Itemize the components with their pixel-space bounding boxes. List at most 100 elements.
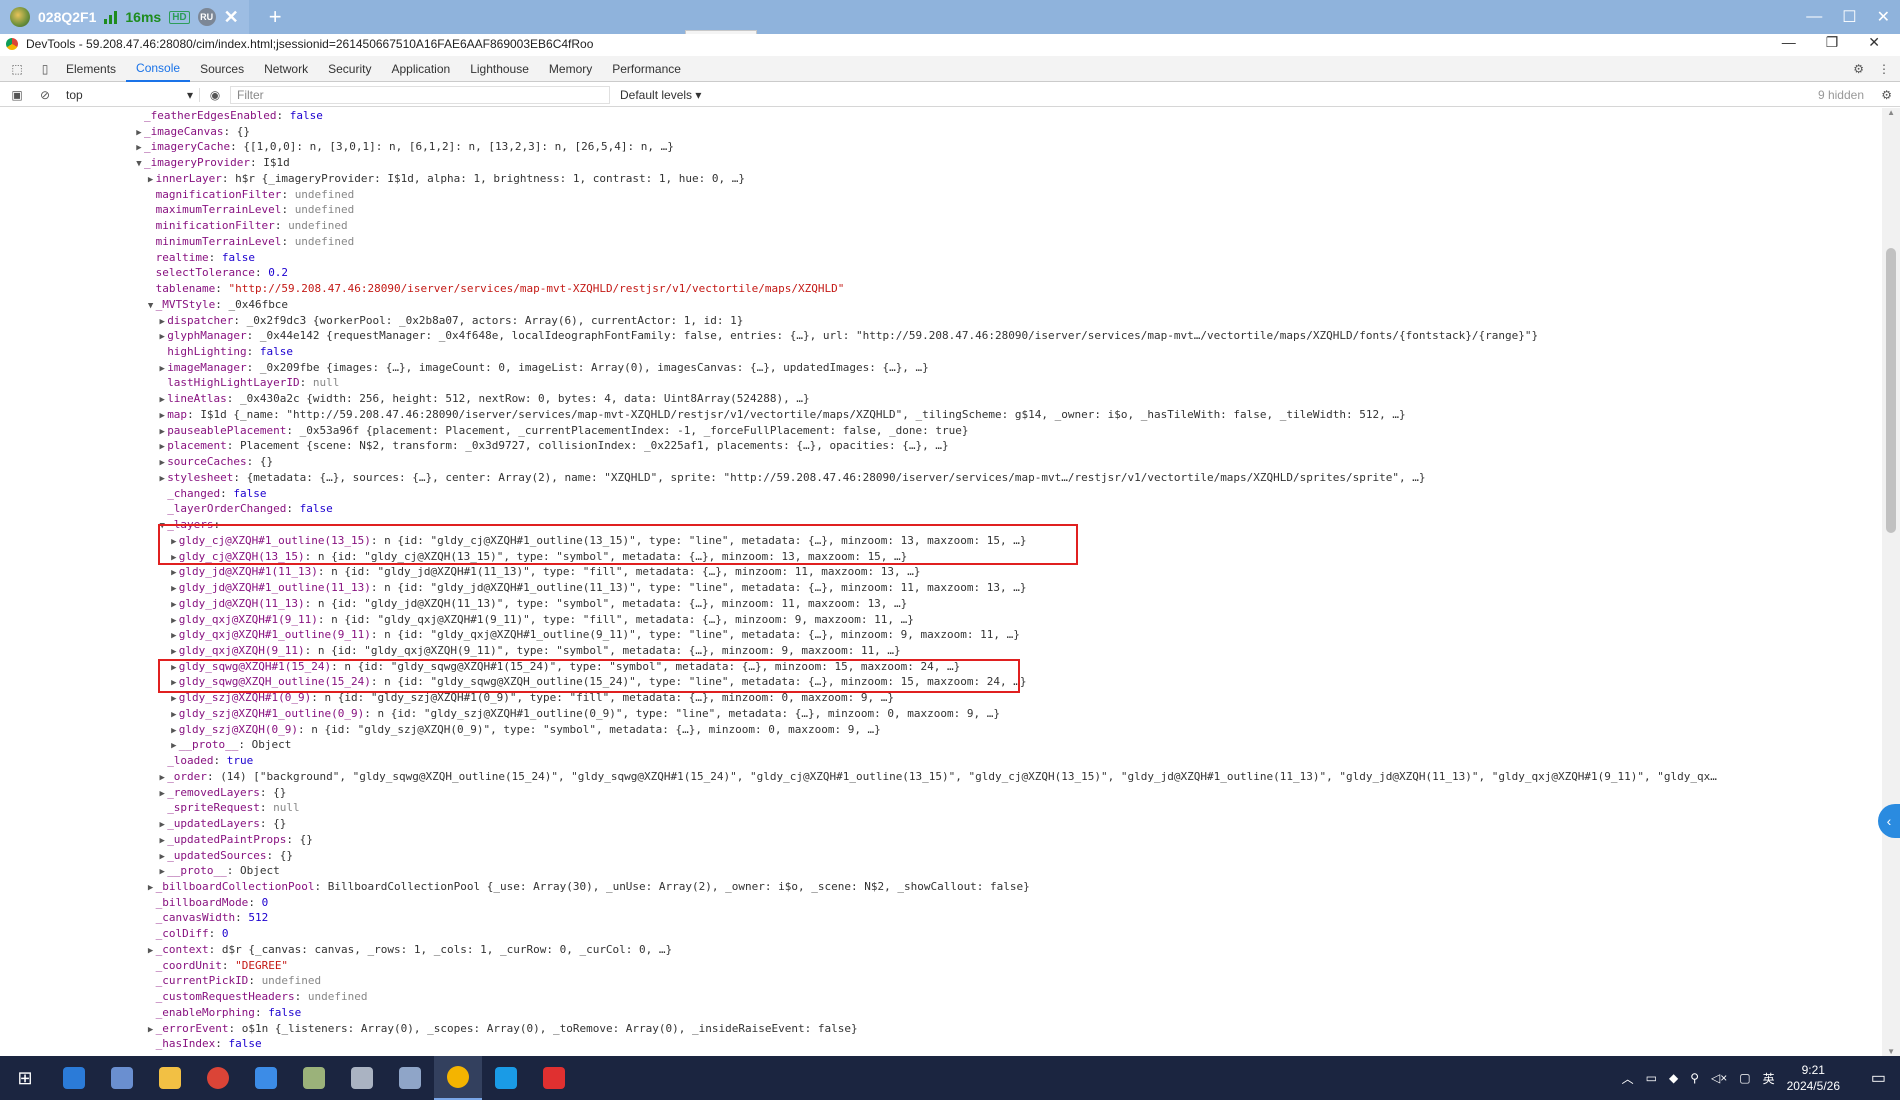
live-expression-eye-icon[interactable]: ◉ — [200, 88, 230, 102]
console-line[interactable]: ▶ gldy_szj@XZQH#1_outline(0_9): n {id: "g… — [0, 706, 1882, 722]
new-tab-icon[interactable]: + — [269, 4, 282, 30]
console-line[interactable]: ▶ glyphManager: _0x44e142 {requestManager… — [0, 328, 1882, 344]
restore-icon[interactable]: ❐ — [1826, 34, 1839, 51]
console-line[interactable]: ▶ _order: (14) ["background", "gldy_sqwg@… — [0, 769, 1882, 785]
console-line[interactable]: ▶ gldy_jd@XZQH#1_outline(11_13): n {id: "… — [0, 580, 1882, 596]
console-settings-gear-icon[interactable]: ⚙ — [1881, 88, 1892, 102]
console-line[interactable]: ▶ dispatcher: _0x2f9dc3 {workerPool: _0x2… — [0, 313, 1882, 329]
console-line[interactable]: ▶ _updatedSources: {} — [0, 848, 1882, 864]
console-line[interactable]: ▶ gldy_szj@XZQH(0_9): n {id: "gldy_szj@XZ… — [0, 722, 1882, 738]
taskbar-app-6[interactable] — [290, 1056, 338, 1100]
taskbar-file-explorer[interactable] — [146, 1056, 194, 1100]
settings-gear-icon[interactable]: ⚙ — [1853, 62, 1864, 76]
key-separator: : — [221, 958, 236, 972]
key-separator: : — [208, 942, 222, 956]
filter-input[interactable]: Filter — [230, 85, 610, 104]
remote-window-controls: — ☐ ✕ — [1806, 0, 1890, 34]
tab-application[interactable]: Application — [381, 56, 460, 82]
console-scrollbar[interactable]: ▲ ▼ — [1882, 108, 1900, 1056]
tab-lighthouse[interactable]: Lighthouse — [460, 56, 539, 82]
close-tab-icon[interactable]: ✕ — [224, 7, 239, 28]
console-line[interactable]: ▼ _MVTStyle: _0x46fbce — [0, 297, 1882, 313]
log-levels-dropdown[interactable]: Default levels ▾ — [620, 88, 701, 102]
key-separator: : — [317, 565, 332, 579]
tray-tablet-icon[interactable]: ▭ — [1646, 1071, 1657, 1085]
console-line[interactable]: ▶ gldy_jd@XZQH#1(11_13): n {id: "gldy_jd@… — [0, 564, 1882, 580]
console-line[interactable]: ▶ _updatedLayers: {} — [0, 816, 1882, 832]
tray-display-icon[interactable]: ▢ — [1739, 1071, 1750, 1085]
taskbar-chrome-devtools[interactable] — [434, 1056, 482, 1100]
console-line[interactable]: ▶ sourceCaches: {} — [0, 454, 1882, 470]
property-value: {[1,0,0]: n, [3,0,1]: n, [6,1,2]: n, [13… — [243, 140, 674, 154]
console-line[interactable]: ▶ _imageCanvas: {} — [0, 124, 1882, 140]
minimize-icon[interactable]: — — [1782, 34, 1796, 51]
console-line[interactable]: ▶ gldy_jd@XZQH(11_13): n {id: "gldy_jd@XZ… — [0, 596, 1882, 612]
tray-network-icon[interactable]: ⚲ — [1690, 1071, 1699, 1085]
clear-console-icon[interactable]: ⊘ — [34, 88, 56, 102]
scroll-thumb[interactable] — [1886, 248, 1896, 533]
taskbar-computer[interactable] — [98, 1056, 146, 1100]
property-key: _imageryCache — [144, 140, 231, 154]
console-line[interactable]: ▶ _errorEvent: o$1n {_listeners: Array(0)… — [0, 1021, 1882, 1037]
property-value: false — [299, 502, 333, 516]
close-window-icon[interactable]: ✕ — [1868, 34, 1880, 51]
maximize-icon[interactable]: ☐ — [1842, 7, 1856, 27]
property-value: _0x430a2c {width: 256, height: 512, next… — [240, 392, 810, 406]
inspect-element-icon[interactable]: ⬚ — [6, 62, 28, 76]
tray-app-icon[interactable]: ◆ — [1669, 1071, 1678, 1085]
taskbar-chrome[interactable] — [194, 1056, 242, 1100]
property-value: false — [289, 109, 323, 122]
console-line[interactable]: ▶ gldy_qxj@XZQH#1(9_11): n {id: "gldy_qxj… — [0, 612, 1882, 628]
property-key: _updatedLayers — [167, 817, 260, 831]
console-line[interactable]: ▶ map: I$1d {_name: "http://59.208.47.46:… — [0, 407, 1882, 423]
key-separator: : — [220, 486, 234, 500]
tab-elements[interactable]: Elements — [56, 56, 126, 82]
console-line[interactable]: ▶ __proto__: Object — [0, 863, 1882, 879]
more-options-icon[interactable]: ⋮ — [1878, 62, 1890, 76]
console-line[interactable]: ▶ stylesheet: {metadata: {…}, sources: {…… — [0, 470, 1882, 486]
notification-center-icon[interactable]: ▭ — [1871, 1068, 1886, 1088]
key-separator: : — [281, 187, 295, 201]
remote-session-tab[interactable]: 028Q2F1 16ms HD RU ✕ — [0, 0, 249, 34]
console-line[interactable]: ▼ _imageryProvider: I$1d — [0, 155, 1882, 171]
console-line[interactable]: ▶ _billboardCollectionPool: BillboardColl… — [0, 879, 1882, 895]
taskbar-app-10[interactable] — [482, 1056, 530, 1100]
scroll-down-icon[interactable]: ▼ — [1887, 1047, 1895, 1056]
tab-security[interactable]: Security — [318, 56, 381, 82]
taskbar-app-8[interactable] — [386, 1056, 434, 1100]
close-window-icon[interactable]: ✕ — [1877, 7, 1890, 27]
tab-memory[interactable]: Memory — [539, 56, 602, 82]
console-line[interactable]: ▶ pauseablePlacement: _0x53a96f {placemen… — [0, 423, 1882, 439]
context-selector[interactable]: top ▾ — [66, 87, 200, 102]
console-line[interactable]: ▶ __proto__: Object — [0, 737, 1882, 753]
minimize-icon[interactable]: — — [1806, 8, 1822, 26]
tray-volume-icon[interactable]: ◁× — [1711, 1071, 1727, 1085]
taskbar-clock[interactable]: 9:21 2024/5/26 — [1787, 1062, 1840, 1094]
tray-chevron-up-icon[interactable]: ︿ — [1622, 1070, 1634, 1087]
tab-console[interactable]: Console — [126, 56, 191, 82]
windows-start-icon[interactable]: ⊞ — [0, 1068, 50, 1089]
ime-indicator[interactable]: 英 — [1763, 1070, 1775, 1087]
taskbar-app-11[interactable] — [530, 1056, 578, 1100]
console-line[interactable]: ▶ _updatedPaintProps: {} — [0, 832, 1882, 848]
property-key: gldy_qxj@XZQH#1(9_11) — [178, 612, 318, 626]
scroll-up-icon[interactable]: ▲ — [1887, 108, 1895, 117]
property-key: gldy_szj@XZQH#1(0_9) — [178, 691, 312, 705]
console-line[interactable]: ▶ _context: d$r {_canvas: canvas, _rows: … — [0, 942, 1882, 958]
console-line[interactable]: ▶ innerLayer: h$r {_imageryProvider: I$1d… — [0, 171, 1882, 187]
taskbar-app-7[interactable] — [338, 1056, 386, 1100]
taskbar-feishu[interactable] — [242, 1056, 290, 1100]
console-line[interactable]: ▶ imageManager: _0x209fbe {images: {…}, i… — [0, 360, 1882, 376]
console-line[interactable]: ▶ lineAtlas: _0x430a2c {width: 256, heigh… — [0, 391, 1882, 407]
taskbar-vscode[interactable] — [50, 1056, 98, 1100]
console-line[interactable]: ▶ gldy_qxj@XZQH(9_11): n {id: "gldy_qxj@X… — [0, 643, 1882, 659]
console-line[interactable]: ▶ _removedLayers: {} — [0, 785, 1882, 801]
console-line[interactable]: ▶ gldy_qxj@XZQH#1_outline(9_11): n {id: "… — [0, 627, 1882, 643]
device-toolbar-icon[interactable]: ▯ — [34, 62, 56, 76]
console-line[interactable]: ▶ placement: Placement {scene: N$2, trans… — [0, 438, 1882, 454]
tab-sources[interactable]: Sources — [190, 56, 254, 82]
sidebar-toggle-icon[interactable]: ▣ — [6, 88, 28, 102]
console-line[interactable]: ▶ _imageryCache: {[1,0,0]: n, [3,0,1]: n,… — [0, 139, 1882, 155]
tab-network[interactable]: Network — [254, 56, 318, 82]
tab-performance[interactable]: Performance — [602, 56, 691, 82]
